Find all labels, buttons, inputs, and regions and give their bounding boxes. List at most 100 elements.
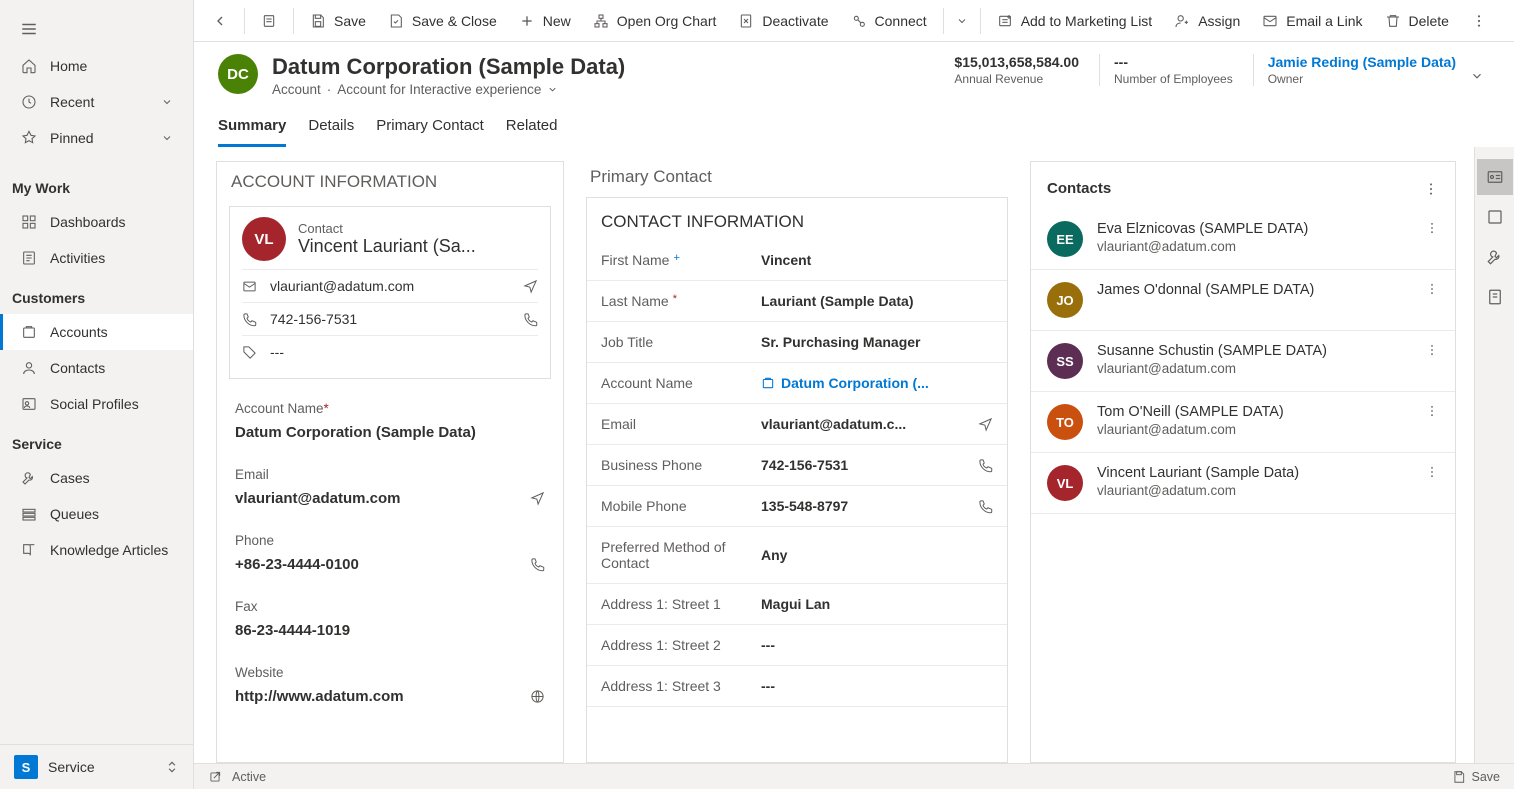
nav-social[interactable]: Social Profiles — [0, 386, 193, 422]
contact-field[interactable]: Last Name*Lauriant (Sample Data) — [587, 281, 1007, 322]
account-field[interactable]: Websitehttp://www.adatum.com — [217, 653, 563, 719]
contact-card-phone[interactable]: 742-156-7531 — [242, 302, 538, 335]
contact-list-item[interactable]: JOJames O'donnal (SAMPLE DATA) — [1031, 270, 1455, 331]
contact-field[interactable]: Emailvlauriant@adatum.c... — [587, 404, 1007, 445]
nav-home[interactable]: Home — [0, 48, 193, 84]
contact-field[interactable]: Job TitleSr. Purchasing Manager — [587, 322, 1007, 363]
contact-field[interactable]: Mobile Phone135-548-8797 — [587, 486, 1007, 527]
tab-details[interactable]: Details — [308, 111, 354, 147]
contact-card-tag[interactable]: --- — [242, 335, 538, 368]
contact-list-item[interactable]: SSSusanne Schustin (SAMPLE DATA)vlaurian… — [1031, 331, 1455, 392]
chevron-down-icon — [161, 132, 173, 144]
globe-icon[interactable] — [530, 689, 545, 704]
app-switcher[interactable]: S Service — [0, 744, 193, 789]
nav-activities[interactable]: Activities — [0, 240, 193, 276]
contact-list-item[interactable]: TOTom O'Neill (SAMPLE DATA)vlauriant@ada… — [1031, 392, 1455, 453]
field-label: Email — [601, 416, 761, 432]
save-button[interactable]: Save — [300, 7, 376, 35]
contacts-grid-more[interactable] — [1423, 181, 1439, 197]
connect-dropdown[interactable] — [950, 9, 974, 33]
contact-item-more[interactable] — [1425, 221, 1439, 235]
phone-icon — [242, 312, 260, 327]
new-button[interactable]: New — [509, 7, 581, 35]
header-field-employees[interactable]: --- Number of Employees — [1099, 54, 1233, 86]
deactivate-button[interactable]: Deactivate — [728, 7, 838, 35]
rail-panel-button[interactable] — [1477, 199, 1513, 235]
rail-docs-button[interactable] — [1477, 279, 1513, 315]
header-field-revenue[interactable]: $15,013,658,584.00 Annual Revenue — [954, 54, 1079, 86]
nav-recent[interactable]: Recent — [0, 84, 193, 120]
contact-field[interactable]: Preferred Method of ContactAny — [587, 527, 1007, 584]
app-badge: S — [14, 755, 38, 779]
rail-tools-button[interactable] — [1477, 239, 1513, 275]
contact-item-more[interactable] — [1425, 343, 1439, 357]
mail-icon — [242, 279, 260, 294]
pin-icon — [20, 129, 38, 147]
contact-avatar: JO — [1047, 282, 1083, 318]
home-icon — [20, 57, 38, 75]
contact-avatar: EE — [1047, 221, 1083, 257]
nav-contacts[interactable]: Contacts — [0, 350, 193, 386]
assign-button[interactable]: Assign — [1164, 7, 1250, 35]
account-field[interactable]: Emailvlauriant@adatum.com — [217, 455, 563, 521]
form-selector[interactable]: Account for Interactive experience — [337, 82, 541, 97]
nav-cases[interactable]: Cases — [0, 460, 193, 496]
call-icon[interactable] — [523, 312, 538, 327]
nav-knowledge[interactable]: Knowledge Articles — [0, 532, 193, 568]
account-field[interactable]: Fax86-23-4444-1019 — [217, 587, 563, 653]
contact-item-more[interactable] — [1425, 282, 1439, 296]
contact-field[interactable]: Business Phone742-156-7531 — [587, 445, 1007, 486]
send-mail-icon[interactable] — [523, 279, 538, 294]
app-name: Service — [48, 759, 95, 775]
primary-contact-card[interactable]: VL Contact Vincent Lauriant (Sa... vlaur… — [229, 206, 551, 379]
open-org-button[interactable]: Open Org Chart — [583, 7, 727, 35]
contact-email: vlauriant@adatum.com — [1097, 361, 1327, 376]
contact-field[interactable]: First Name+Vincent — [587, 240, 1007, 281]
back-button[interactable] — [202, 7, 238, 35]
mail-icon[interactable] — [530, 491, 545, 506]
save-close-button[interactable]: Save & Close — [378, 7, 507, 35]
tab-related[interactable]: Related — [506, 111, 558, 147]
tab-primary-contact[interactable]: Primary Contact — [376, 111, 484, 147]
nav-queues[interactable]: Queues — [0, 496, 193, 532]
contact-list-item[interactable]: VLVincent Lauriant (Sample Data)vlaurian… — [1031, 453, 1455, 514]
phone-icon[interactable] — [530, 557, 545, 572]
marketing-button[interactable]: Add to Marketing List — [987, 7, 1163, 35]
delete-button[interactable]: Delete — [1375, 7, 1459, 35]
overflow-button[interactable] — [1461, 7, 1497, 35]
contact-item-more[interactable] — [1425, 465, 1439, 479]
hamburger-button[interactable] — [0, 10, 193, 48]
contact-name: Eva Elznicovas (SAMPLE DATA) — [1097, 221, 1308, 237]
nav-pinned[interactable]: Pinned — [0, 120, 193, 156]
contact-avatar: TO — [1047, 404, 1083, 440]
email-link-button[interactable]: Email a Link — [1252, 7, 1372, 35]
footer-save-button[interactable]: Save — [1452, 770, 1501, 784]
nav-dashboards[interactable]: Dashboards — [0, 204, 193, 240]
contact-item-more[interactable] — [1425, 404, 1439, 418]
connect-button[interactable]: Connect — [841, 7, 937, 35]
header-expand-button[interactable] — [1464, 63, 1490, 89]
nav-accounts[interactable]: Accounts — [0, 314, 193, 350]
field-value: http://www.adatum.com — [235, 684, 545, 715]
rail-related-button[interactable] — [1477, 159, 1513, 195]
contact-field[interactable]: Address 1: Street 2--- — [587, 625, 1007, 666]
phone-icon[interactable] — [978, 499, 993, 514]
account-field[interactable]: Phone+86-23-4444-0100 — [217, 521, 563, 587]
contact-field[interactable]: Address 1: Street 1Magui Lan — [587, 584, 1007, 625]
phone-icon[interactable] — [978, 458, 993, 473]
contact-field[interactable]: Address 1: Street 3--- — [587, 666, 1007, 707]
contact-list-item[interactable]: EEEva Elznicovas (SAMPLE DATA)vlauriant@… — [1031, 209, 1455, 270]
tab-summary[interactable]: Summary — [218, 111, 286, 147]
contact-field[interactable]: Account NameDatum Corporation (... — [587, 363, 1007, 404]
popout-icon[interactable] — [208, 770, 222, 784]
contact-avatar: VL — [242, 217, 286, 261]
status-text: Active — [232, 770, 266, 784]
social-icon — [20, 395, 38, 413]
header-field-owner[interactable]: Jamie Reding (Sample Data) Owner — [1253, 54, 1456, 86]
mail-icon[interactable] — [978, 417, 993, 432]
contact-card-email[interactable]: vlauriant@adatum.com — [242, 269, 538, 302]
field-label: Business Phone — [601, 457, 761, 473]
chevron-down-icon[interactable] — [547, 84, 558, 95]
account-field[interactable]: Account Name*Datum Corporation (Sample D… — [217, 389, 563, 455]
record-set-button[interactable] — [251, 7, 287, 35]
